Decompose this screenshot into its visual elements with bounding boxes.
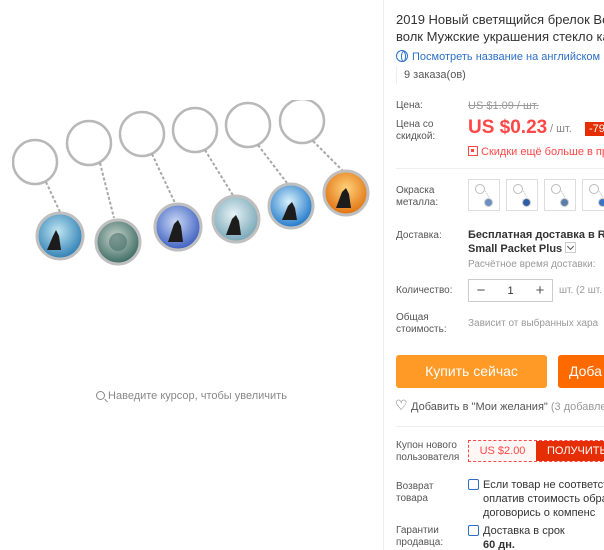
- color-swatch-2[interactable]: [506, 179, 538, 211]
- shipping-label: Доставка:: [396, 230, 442, 241]
- returns-line-2: оплатив стоимость обрат: [483, 493, 604, 505]
- total-label: Общая стоимость:: [396, 312, 447, 335]
- delivery-time: Расчётное время доставки:: [468, 259, 596, 270]
- get-coupon-button[interactable]: ПОЛУЧИТЬ: [536, 441, 604, 461]
- guarantee-label: Гарантии продавца:: [396, 525, 444, 548]
- guarantee-line-1: Доставка в срок: [483, 525, 565, 537]
- coupon-amount: US $2.00: [469, 441, 536, 461]
- buy-now-button[interactable]: Купить сейчас: [396, 355, 547, 388]
- translate-link-text[interactable]: Посмотреть название на английском: [412, 51, 600, 63]
- product-info-panel: 2019 Новый светящийся брелок Во волк Муж…: [396, 0, 604, 550]
- delivery-guarantee-icon: [468, 525, 479, 536]
- quantity-plus-button[interactable]: +: [528, 280, 552, 301]
- wishlist-link[interactable]: Добавить в "Мои желания" (3 добавле: [396, 397, 604, 414]
- zoom-hint: Наведите курсор, чтобы увеличить: [0, 390, 383, 402]
- magnifier-icon: [96, 391, 106, 400]
- color-label: Окраска металла:: [396, 185, 439, 208]
- returns-line-3: договорись о компенс: [483, 507, 596, 519]
- promo-text[interactable]: Скидки ещё больше в пр: [481, 146, 604, 158]
- coupon-label: Купон нового пользователя: [396, 440, 460, 463]
- discount-badge: -79%: [585, 122, 604, 136]
- quantity-available: шт. (2 шт. дос: [559, 285, 604, 296]
- quantity-label: Количество:: [396, 285, 453, 296]
- color-swatch-4[interactable]: [582, 179, 604, 211]
- wishlist-count: (3 добавле: [550, 401, 604, 413]
- globe-icon: [396, 50, 408, 62]
- coupon-box: US $2.00 ПОЛУЧИТЬ: [468, 440, 604, 462]
- add-to-cart-button[interactable]: Доба: [558, 355, 604, 388]
- quantity-stepper: − 1 +: [468, 279, 553, 302]
- quantity-minus-button[interactable]: −: [469, 280, 493, 301]
- current-price: US $0.23: [468, 117, 548, 138]
- divider: [396, 426, 604, 427]
- guarantee-line-2: 60 дн.: [483, 539, 515, 550]
- shipping-method[interactable]: Small Packet Plus: [468, 243, 562, 255]
- color-swatch-1[interactable]: [468, 179, 500, 211]
- returns-info: Если товар не соответств оплатив стоимос…: [468, 478, 604, 520]
- guarantee-info: Доставка в срок 60 дн.: [468, 524, 565, 550]
- product-image[interactable]: [12, 100, 377, 290]
- original-price: US $1.09 / шт.: [468, 100, 539, 112]
- heart-icon: [396, 397, 408, 414]
- discount-price-label: Цена со скидкой:: [396, 119, 436, 142]
- product-image-area[interactable]: [0, 0, 383, 390]
- orders-count: 9 заказа(ов): [396, 66, 473, 84]
- price-label: Цена:: [396, 100, 423, 111]
- wishlist-text[interactable]: Добавить в "Мои желания": [411, 401, 548, 413]
- product-title-line-1: 2019 Новый светящийся брелок Во: [396, 12, 604, 27]
- translate-link[interactable]: Посмотреть название на английском: [396, 50, 600, 63]
- shield-icon: [468, 479, 479, 490]
- color-swatches: [468, 179, 604, 211]
- divider: [396, 168, 604, 169]
- total-value: Зависит от выбранных хара: [468, 318, 599, 329]
- shipping-method-selector[interactable]: Small Packet Plus: [468, 242, 577, 255]
- returns-line-1: Если товар не соответств: [483, 479, 604, 491]
- returns-label: Возврат товара: [396, 481, 434, 504]
- qr-code-icon: [468, 146, 478, 156]
- panel-divider: [383, 0, 384, 550]
- color-swatch-3[interactable]: [544, 179, 576, 211]
- shipping-main: Бесплатная доставка в Rus: [468, 229, 604, 241]
- quantity-input[interactable]: 1: [493, 285, 528, 297]
- chevron-down-icon[interactable]: [565, 242, 577, 253]
- zoom-hint-text: Наведите курсор, чтобы увеличить: [108, 390, 287, 402]
- promo-link[interactable]: Скидки ещё больше в пр: [468, 146, 604, 158]
- price-unit: / шт.: [550, 123, 572, 135]
- product-title-line-2: волк Мужские украшения стекло ка: [396, 29, 604, 44]
- product-title: 2019 Новый светящийся брелок Во волк Муж…: [396, 11, 604, 45]
